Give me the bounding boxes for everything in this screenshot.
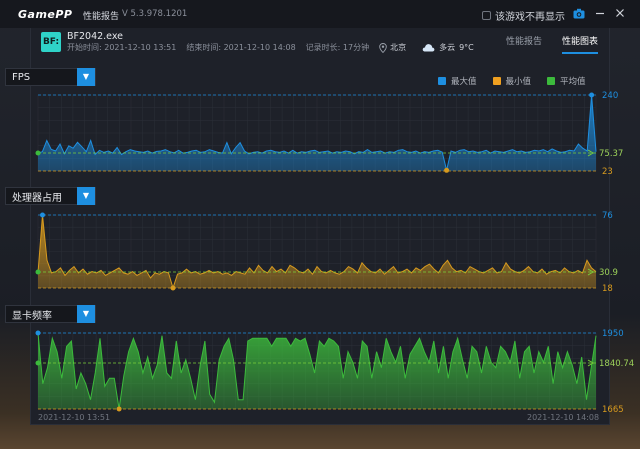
- cpu-avg-marker: [35, 269, 41, 275]
- fps-max-label: 240: [602, 91, 618, 101]
- fps-avg-label: 75.37: [599, 149, 623, 159]
- fps-max-marker: [589, 92, 595, 98]
- gpu-clock-min-label: 1665: [602, 405, 624, 415]
- chart-end-date: 2021-12-10 14:08: [527, 413, 600, 422]
- cpu-min-label: 18: [602, 284, 613, 294]
- fps-min-marker: [444, 167, 450, 173]
- cpu-min-marker: [170, 285, 176, 291]
- cpu-max-label: 76: [602, 211, 613, 221]
- gpu-clock-avg-marker: [35, 360, 41, 366]
- gpu-clock-min-marker: [116, 406, 122, 412]
- fps-min-label: 23: [602, 167, 613, 177]
- charts-layer: 240 75.37 23 76 30.9 18 1950 1840.74 1665: [35, 91, 634, 415]
- gpu-clock-max-label: 1950: [602, 329, 624, 339]
- cpu-max-marker: [40, 212, 45, 218]
- gpu-clock-max-marker: [35, 330, 41, 336]
- gpu-clock-avg-label: 1840.74: [599, 359, 634, 369]
- chart-start-date: 2021-12-10 13:51: [38, 413, 111, 422]
- cpu-avg-label: 30.9: [599, 268, 618, 278]
- fps-avg-marker: [35, 150, 41, 156]
